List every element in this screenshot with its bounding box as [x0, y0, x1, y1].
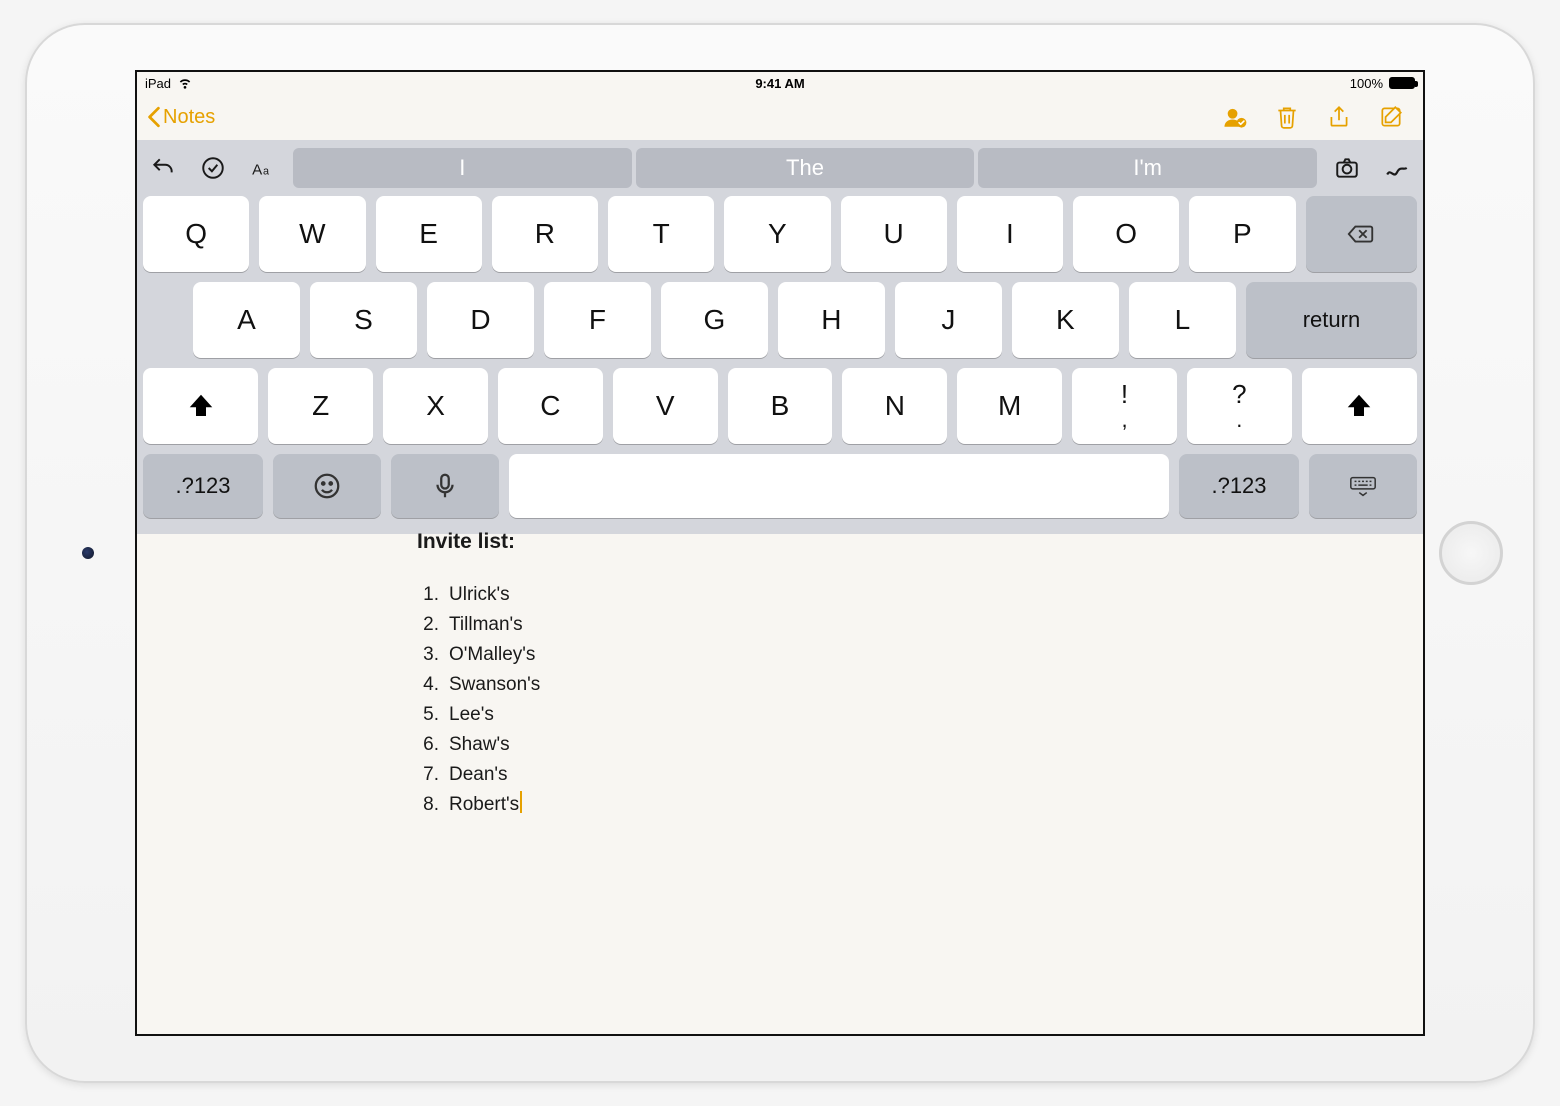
key-question-period[interactable]: ?.: [1187, 368, 1292, 444]
key-shift-right[interactable]: [1302, 368, 1417, 444]
nav-bar: Notes: [137, 94, 1423, 140]
note-body[interactable]: Invite list: 1.Ulrick's 2.Tillman's 3.O'…: [137, 554, 1423, 1034]
key-r[interactable]: R: [492, 196, 598, 272]
keyboard-row-bottom: .?123 .?123: [143, 454, 1417, 518]
key-s[interactable]: S: [310, 282, 417, 358]
keyboard-row-1: Q W E R T Y U I O P: [143, 196, 1417, 272]
key-emoji[interactable]: [273, 454, 381, 518]
key-return[interactable]: return: [1246, 282, 1417, 358]
home-button[interactable]: [1439, 521, 1503, 585]
key-w[interactable]: W: [259, 196, 365, 272]
suggestion-1[interactable]: I: [293, 148, 632, 188]
checklist-icon[interactable]: [193, 148, 233, 188]
key-f[interactable]: F: [544, 282, 651, 358]
key-x[interactable]: X: [383, 368, 488, 444]
device-label: iPad: [145, 76, 171, 91]
key-v[interactable]: V: [613, 368, 718, 444]
screen: iPad 9:41 AM 100% Notes: [135, 70, 1425, 1036]
status-bar: iPad 9:41 AM 100%: [137, 72, 1423, 94]
key-o[interactable]: O: [1073, 196, 1179, 272]
key-hide-keyboard[interactable]: [1309, 454, 1417, 518]
key-m[interactable]: M: [957, 368, 1062, 444]
key-b[interactable]: B: [728, 368, 833, 444]
camera-icon[interactable]: [1327, 148, 1367, 188]
battery-pct: 100%: [1350, 76, 1383, 91]
key-z[interactable]: Z: [268, 368, 373, 444]
list-item: 4.Swanson's: [417, 670, 1423, 700]
keyboard-toolbar: Aa I The I'm: [143, 146, 1417, 190]
suggestion-2[interactable]: The: [636, 148, 975, 188]
key-u[interactable]: U: [841, 196, 947, 272]
key-c[interactable]: C: [498, 368, 603, 444]
key-space[interactable]: [509, 454, 1169, 518]
list-item: 6.Shaw's: [417, 730, 1423, 760]
key-e[interactable]: E: [376, 196, 482, 272]
list-item: 3.O'Malley's: [417, 640, 1423, 670]
note-list: 1.Ulrick's 2.Tillman's 3.O'Malley's 4.Sw…: [417, 580, 1423, 820]
list-item: 8.Robert's: [417, 790, 1423, 820]
key-q[interactable]: Q: [143, 196, 249, 272]
key-n[interactable]: N: [842, 368, 947, 444]
svg-text:a: a: [263, 166, 270, 178]
back-label: Notes: [163, 106, 215, 129]
keyboard: Aa I The I'm Q W E R T: [137, 140, 1423, 534]
list-item: 5.Lee's: [417, 700, 1423, 730]
clock: 9:41 AM: [755, 76, 804, 91]
svg-text:A: A: [252, 162, 263, 179]
key-a[interactable]: A: [193, 282, 300, 358]
key-shift-left[interactable]: [143, 368, 258, 444]
key-exclaim-comma[interactable]: !,: [1072, 368, 1177, 444]
key-k[interactable]: K: [1012, 282, 1119, 358]
suggestion-3[interactable]: I'm: [978, 148, 1317, 188]
keyboard-row-3: Z X C V B N M !, ?.: [143, 368, 1417, 444]
key-p[interactable]: P: [1189, 196, 1295, 272]
ipad-frame: iPad 9:41 AM 100% Notes: [25, 23, 1535, 1083]
collaborate-icon[interactable]: [1221, 103, 1249, 131]
keyboard-row-2: A S D F G H J K L return: [143, 282, 1417, 358]
key-l[interactable]: L: [1129, 282, 1236, 358]
key-h[interactable]: H: [778, 282, 885, 358]
text-cursor: [520, 791, 522, 813]
key-backspace[interactable]: [1306, 196, 1418, 272]
key-y[interactable]: Y: [724, 196, 830, 272]
ipad-camera: [82, 547, 94, 559]
key-d[interactable]: D: [427, 282, 534, 358]
trash-icon[interactable]: [1273, 103, 1301, 131]
list-item: 7.Dean's: [417, 760, 1423, 790]
share-icon[interactable]: [1325, 103, 1353, 131]
key-g[interactable]: G: [661, 282, 768, 358]
battery-icon: [1389, 77, 1415, 89]
key-numeric-right[interactable]: .?123: [1179, 454, 1299, 518]
suggestion-bar: I The I'm: [293, 148, 1317, 188]
note-heading: Invite list:: [417, 530, 1423, 554]
key-j[interactable]: J: [895, 282, 1002, 358]
key-dictation[interactable]: [391, 454, 499, 518]
wifi-icon: [177, 74, 193, 93]
compose-icon[interactable]: [1377, 103, 1405, 131]
list-item: 2.Tillman's: [417, 610, 1423, 640]
key-t[interactable]: T: [608, 196, 714, 272]
key-numeric-left[interactable]: .?123: [143, 454, 263, 518]
key-i[interactable]: I: [957, 196, 1063, 272]
undo-icon[interactable]: [143, 148, 183, 188]
list-item: 1.Ulrick's: [417, 580, 1423, 610]
back-button[interactable]: Notes: [147, 106, 215, 129]
text-format-icon[interactable]: Aa: [243, 148, 283, 188]
sketch-icon[interactable]: [1377, 148, 1417, 188]
